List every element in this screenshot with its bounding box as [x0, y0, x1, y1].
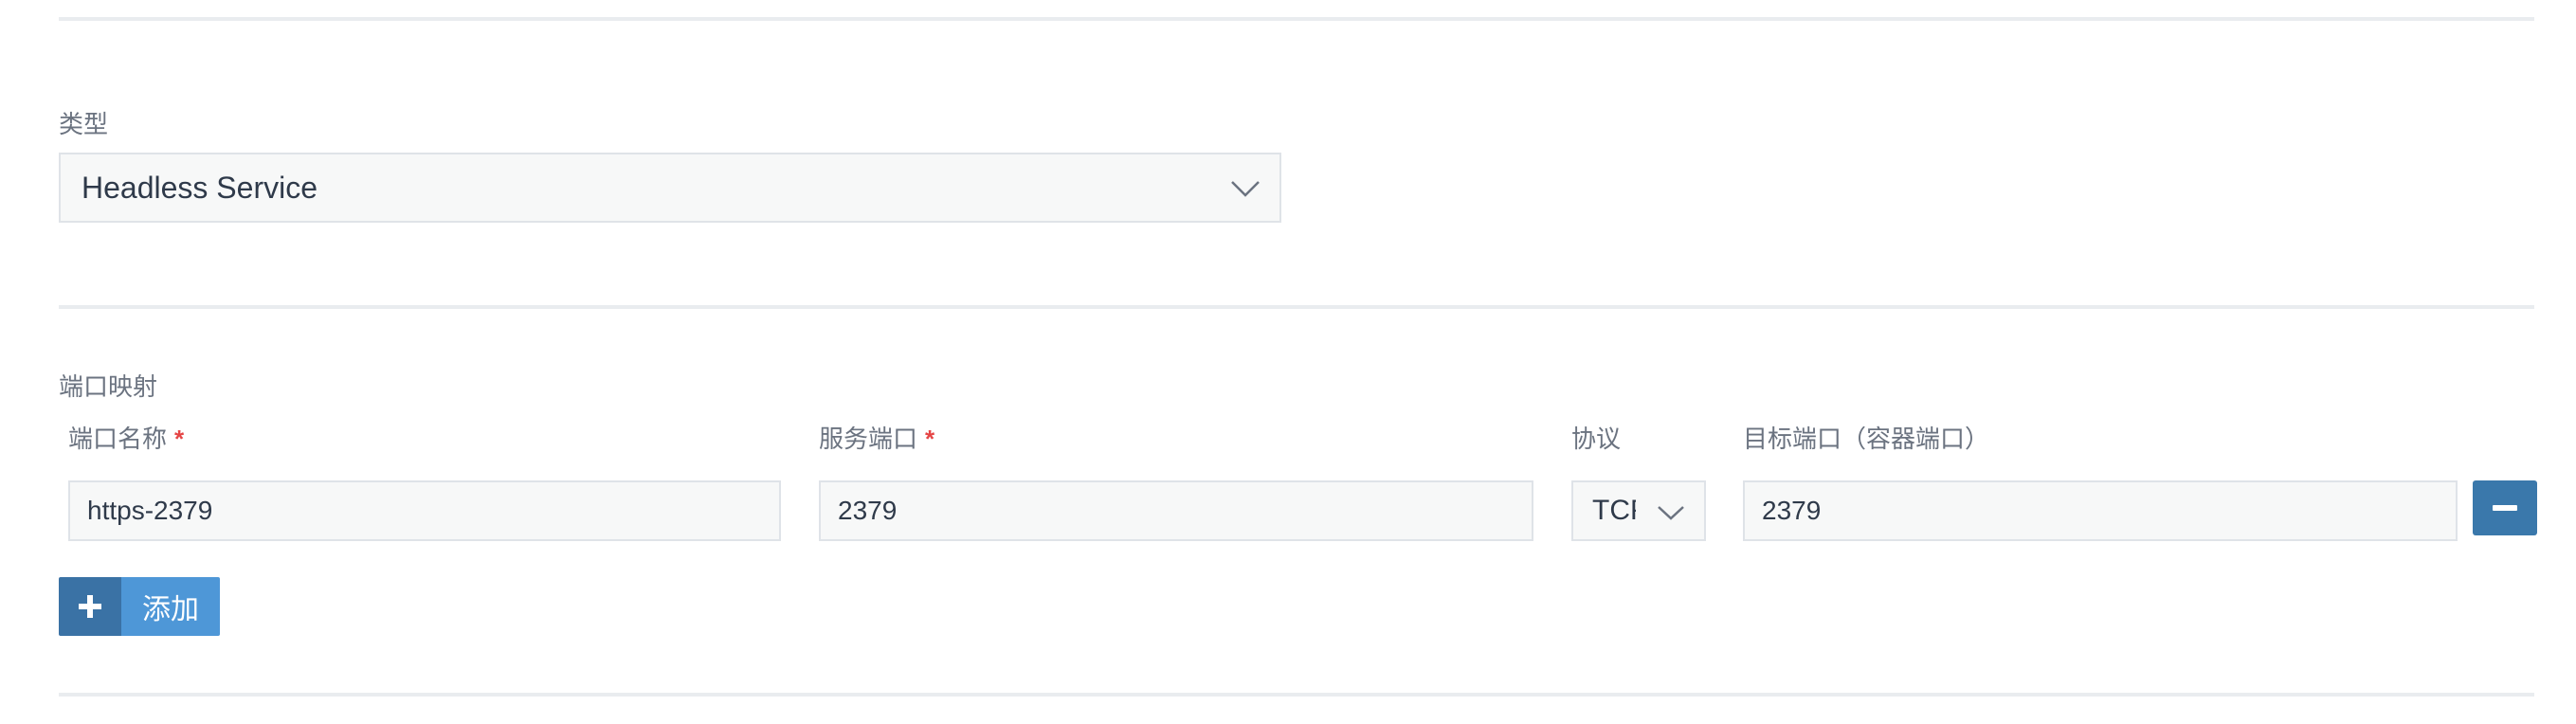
required-mark: * — [925, 425, 935, 453]
protocol-select[interactable]: TCP — [1571, 480, 1706, 541]
protocol-header: 协议 — [1571, 425, 1622, 453]
required-mark: * — [174, 425, 185, 453]
section-divider — [59, 17, 2534, 21]
target-port-header: 目标端口（容器端口） — [1743, 425, 1990, 453]
add-button-icon-box — [59, 577, 121, 636]
target-port-input[interactable] — [1743, 480, 2458, 541]
port-name-header: 端口名称 * — [68, 425, 185, 453]
service-port-header: 服务端口 * — [819, 425, 935, 453]
service-port-input[interactable] — [819, 480, 1533, 541]
chevron-down-icon — [1658, 506, 1684, 520]
port-name-input[interactable] — [68, 480, 781, 541]
chevron-down-icon — [1231, 181, 1260, 197]
service-form: 类型 Headless Service 端口映射 端口名称 * 服务端口 * 协议 … — [0, 0, 2576, 724]
type-select-value: Headless Service — [82, 170, 317, 205]
add-port-button[interactable]: 添加 — [59, 577, 220, 636]
add-button-label: 添加 — [121, 577, 220, 636]
protocol-select-value: TCP — [1592, 495, 1636, 526]
type-select[interactable]: Headless Service — [59, 153, 1281, 223]
section-divider — [59, 693, 2534, 697]
minus-icon — [2493, 505, 2517, 511]
plus-icon — [79, 595, 101, 618]
section-divider — [59, 305, 2534, 309]
type-label: 类型 — [59, 110, 109, 138]
port-mapping-label: 端口映射 — [59, 372, 158, 401]
remove-port-button[interactable] — [2473, 480, 2537, 535]
